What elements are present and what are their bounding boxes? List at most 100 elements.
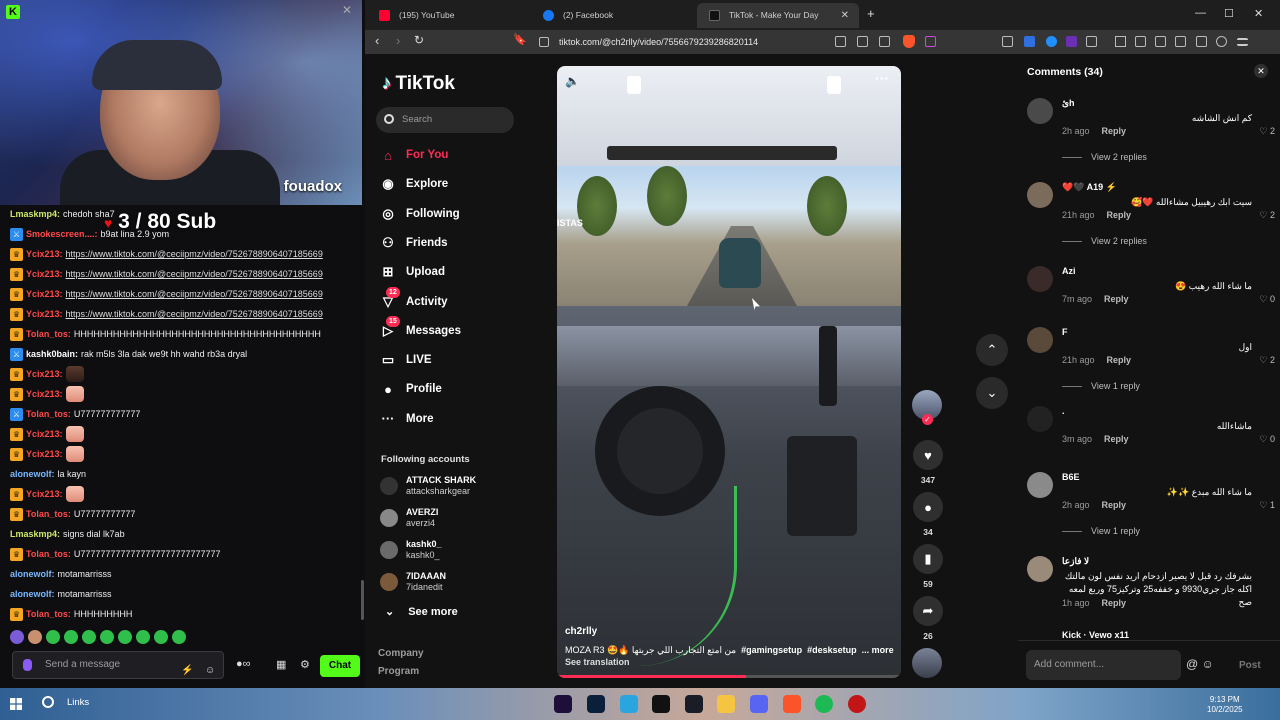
chat-username[interactable]: Smokescreen....: <box>26 224 98 244</box>
nav-friends[interactable]: ⚇ Friends <box>380 232 447 254</box>
tiktok-logo[interactable]: ♪ TikTok <box>382 73 455 95</box>
chat-username[interactable]: Ycix213: <box>26 264 63 284</box>
stream-video[interactable]: K ✕ fouadox <box>0 0 362 205</box>
following-account[interactable]: AVERZI averzi4 <box>380 504 438 532</box>
emote-icon[interactable] <box>64 630 78 644</box>
file-explorer-icon[interactable] <box>717 695 735 713</box>
app-icon[interactable] <box>848 695 866 713</box>
leo-icon[interactable] <box>1196 36 1207 47</box>
caption-more[interactable]: ... more <box>862 645 894 656</box>
chat-username[interactable]: Ycix213: <box>26 304 63 324</box>
comment-user[interactable]: لا فازعا <box>1062 556 1089 567</box>
extension-icon[interactable] <box>1024 36 1035 47</box>
chat-link[interactable]: https://www.tiktok.com/@ceciipmz/video/7… <box>66 284 323 304</box>
chat-scrollbar[interactable] <box>361 580 364 620</box>
extension-icon[interactable] <box>1086 36 1097 47</box>
chat-username[interactable]: Ycix213: <box>26 484 63 504</box>
chat-username[interactable]: Ycix213: <box>26 384 63 404</box>
extension-icon[interactable] <box>1002 36 1013 47</box>
see-more-button[interactable]: ⌄ See more <box>385 605 458 619</box>
nav-following[interactable]: ◎ Following <box>380 203 459 225</box>
chat-username[interactable]: Ycix213: <box>26 444 63 464</box>
chat-link[interactable]: https://www.tiktok.com/@ceciipmz/video/7… <box>66 264 323 284</box>
brave-shields-icon[interactable] <box>903 35 915 48</box>
see-translation[interactable]: See translation <box>565 657 895 667</box>
close-icon[interactable]: ✕ <box>342 3 352 17</box>
like-button[interactable]: ♥ 347 <box>912 440 944 485</box>
extension-icon[interactable] <box>1066 36 1077 47</box>
close-icon[interactable]: ✕ <box>1254 64 1268 78</box>
avatar[interactable] <box>1027 327 1053 353</box>
chat-username[interactable]: Tolan_tos: <box>26 604 71 624</box>
chat-input[interactable]: Send a message ⚡ ☺ <box>12 651 224 679</box>
comment-user[interactable]: ئ‌h <box>1062 98 1075 109</box>
previous-video-button[interactable]: ⌃ <box>976 334 1008 366</box>
vpn-icon[interactable] <box>1216 36 1227 47</box>
post-button[interactable]: Post <box>1239 660 1261 671</box>
comment-like-button[interactable]: ♡ 2 <box>1259 126 1275 137</box>
avatar[interactable] <box>1027 182 1053 208</box>
comment-user[interactable]: F <box>1062 327 1068 337</box>
volume-icon[interactable]: 🔈 <box>565 74 580 88</box>
emoji-icon[interactable]: ☺ <box>205 658 215 684</box>
comment-user[interactable]: B6E <box>1062 472 1080 482</box>
video-progress-bar[interactable] <box>557 675 901 678</box>
settings-icon[interactable]: ⚙ <box>300 658 310 671</box>
follow-plus-icon[interactable]: ✓ <box>922 414 933 425</box>
avatar[interactable] <box>1027 98 1053 124</box>
comment-button[interactable]: ● 34 <box>912 492 944 537</box>
view-replies-button[interactable]: View 1 reply <box>1062 381 1140 391</box>
nav-live[interactable]: ▭ LIVE <box>380 349 432 371</box>
reply-button[interactable]: Reply <box>1102 500 1127 510</box>
download-icon[interactable] <box>1115 36 1126 47</box>
video-player[interactable]: ISTAS 🔈 ··· ch2rlly من امتع التجارب اللي… <box>557 66 901 678</box>
nav-upload[interactable]: ⊞ Upload <box>380 261 445 283</box>
nav-more[interactable]: ··· More <box>380 408 434 430</box>
chat-username[interactable]: Tolan_tos: <box>26 504 71 524</box>
nav-profile[interactable]: ● Profile <box>380 378 442 400</box>
comment-user[interactable]: Azi <box>1062 266 1076 276</box>
site-info-icon[interactable] <box>539 37 549 47</box>
address-bar[interactable]: tiktok.com/@ch2rlly/video/75566792392868… <box>535 32 955 52</box>
at-icon[interactable]: @ <box>1186 657 1198 671</box>
app-icon[interactable] <box>685 695 703 713</box>
emote-icon[interactable] <box>10 630 24 644</box>
comment-user[interactable]: ❤️🖤 A19 ⚡ <box>1062 182 1117 193</box>
maximize-icon[interactable]: ☐ <box>1224 7 1234 20</box>
chat-username[interactable]: Lmaskmp4: <box>10 204 60 224</box>
comment-like-button[interactable]: ♡ 0 <box>1259 434 1275 445</box>
extension-icon[interactable] <box>1046 36 1057 47</box>
tab-youtube[interactable]: (195) YouTube <box>367 3 532 28</box>
comment-like-button[interactable]: ♡ 2 <box>1259 355 1275 366</box>
share-button[interactable]: ➦ 26 <box>912 596 944 641</box>
reply-button[interactable]: Reply <box>1102 126 1127 136</box>
chat-username[interactable]: Ycix213: <box>26 364 63 384</box>
chat-username[interactable]: alonewolf: <box>10 584 55 604</box>
reload-icon[interactable]: ↻ <box>414 33 424 47</box>
comment-user[interactable]: Kick · Vewo x11 <box>1062 630 1129 640</box>
rewards-icon[interactable] <box>925 36 936 47</box>
nav-activity[interactable]: ▽ 12 Activity <box>380 286 448 313</box>
reply-button[interactable]: Reply <box>1107 210 1132 220</box>
tab-tiktok[interactable]: TikTok - Make Your Day ✕ <box>697 3 859 28</box>
chat-username[interactable]: Ycix213: <box>26 284 63 304</box>
photoshop-icon[interactable] <box>587 695 605 713</box>
taskbar-search-label[interactable]: Links <box>67 697 89 708</box>
tab-facebook[interactable]: (2) Facebook <box>531 3 696 28</box>
search-icon[interactable] <box>42 696 54 708</box>
search-input[interactable]: Search <box>376 107 514 133</box>
emote-icon[interactable] <box>118 630 132 644</box>
emoji-icon[interactable]: ☺ <box>1202 657 1214 671</box>
chat-username[interactable]: Tolan_tos: <box>26 544 71 564</box>
comment-user[interactable]: . <box>1062 406 1065 416</box>
mic-icon[interactable] <box>23 659 32 671</box>
cast-icon[interactable] <box>857 36 868 47</box>
chat-username[interactable]: kashk0bain: <box>26 344 78 364</box>
sidebar-icon[interactable] <box>1175 36 1186 47</box>
discord-icon[interactable] <box>750 695 768 713</box>
chat-link[interactable]: https://www.tiktok.com/@ceciipmz/video/7… <box>66 304 323 324</box>
comment-like-button[interactable]: ♡ 0 <box>1259 294 1275 305</box>
app-icon[interactable] <box>620 695 638 713</box>
reply-button[interactable]: Reply <box>1102 598 1127 608</box>
chat-username[interactable]: Ycix213: <box>26 244 63 264</box>
